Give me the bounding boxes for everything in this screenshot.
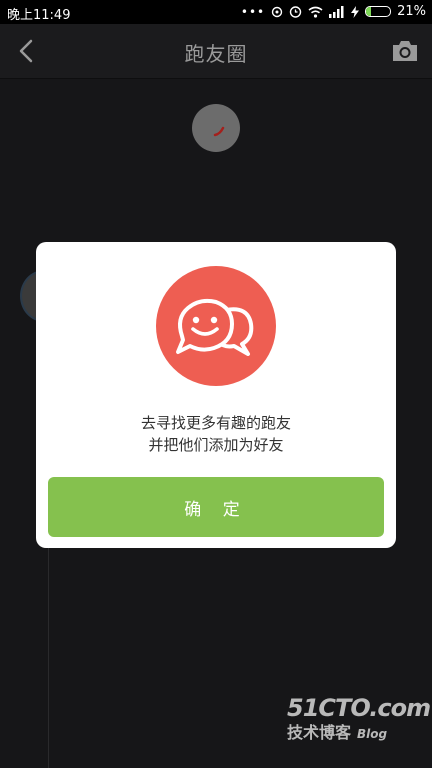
signal-icon: [329, 5, 344, 18]
battery-percent: 21%: [397, 4, 426, 19]
battery-icon: [365, 6, 392, 17]
dialog-message-line1: 去寻找更多有趣的跑友: [140, 414, 291, 432]
status-icons: ••• 21%: [241, 4, 426, 19]
dialog-message-line2: 并把他们添加为好友: [148, 436, 284, 454]
watermark: 51CTO.com 技术博客 Blog: [287, 694, 431, 744]
avatar: [192, 104, 240, 152]
dialog-message: 去寻找更多有趣的跑友 并把他们添加为好友: [36, 412, 396, 456]
battery-level-fill: [366, 7, 372, 16]
camera-icon[interactable]: [390, 38, 420, 64]
chat-smiley-icon: [156, 266, 276, 386]
friend-dialog: 去寻找更多有趣的跑友 并把他们添加为好友 确 定: [36, 242, 396, 548]
status-time: 晚上11:49: [7, 8, 71, 23]
charging-icon: [351, 5, 360, 18]
app-header: 跑友圈: [0, 24, 432, 79]
more-dots-icon: •••: [240, 4, 266, 19]
alarm-icon: [289, 6, 302, 18]
watermark-sub: 技术博客 Blog: [287, 723, 430, 744]
wifi-icon: [308, 6, 323, 18]
loading-spinner-icon: [213, 126, 225, 137]
status-bar: 晚上11:49 ••• 21%: [0, 0, 432, 24]
watermark-main: 51CTO.com: [287, 694, 431, 722]
page-title: 跑友圈: [184, 42, 248, 66]
watermark-blog: Blog: [357, 727, 388, 741]
confirm-button[interactable]: 确 定: [48, 477, 384, 537]
watermark-sub-text: 技术博客: [287, 723, 352, 742]
sync-icon: [271, 6, 283, 17]
